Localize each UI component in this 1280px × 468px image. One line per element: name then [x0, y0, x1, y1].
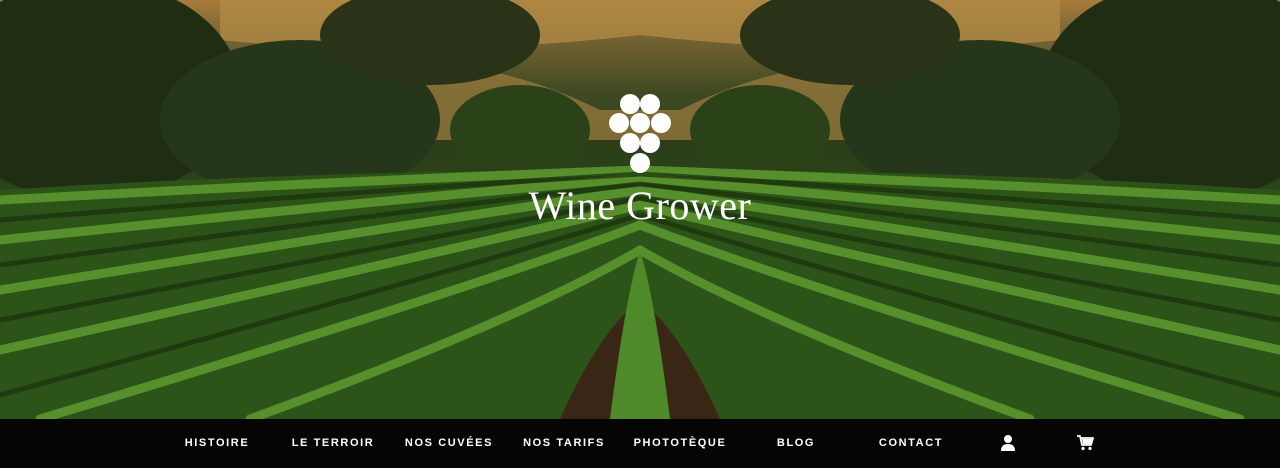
grape-cluster-icon	[609, 94, 671, 173]
nav-item-histoire[interactable]: HISTOIRE	[185, 419, 250, 468]
nav-item-nos-tarifs[interactable]: NOS TARIFS	[523, 419, 605, 468]
cart-icon[interactable]	[1076, 434, 1094, 456]
main-navbar: HISTOIRE LE TERROIR NOS CUVÉES NOS TARIF…	[0, 419, 1280, 468]
nav-item-phototeque[interactable]: PHOTOTÈQUE	[634, 419, 727, 468]
site-title: Wine Grower	[528, 183, 752, 228]
nav-item-nos-cuvees[interactable]: NOS CUVÉES	[405, 419, 493, 468]
hero-banner: Wine Grower	[0, 0, 1280, 419]
brand: Wine Grower	[0, 88, 1280, 226]
user-icon[interactable]	[1001, 434, 1015, 457]
nav-item-le-terroir[interactable]: LE TERROIR	[292, 419, 375, 468]
nav-item-blog[interactable]: BLOG	[777, 419, 815, 468]
nav-item-contact[interactable]: CONTACT	[879, 419, 943, 468]
